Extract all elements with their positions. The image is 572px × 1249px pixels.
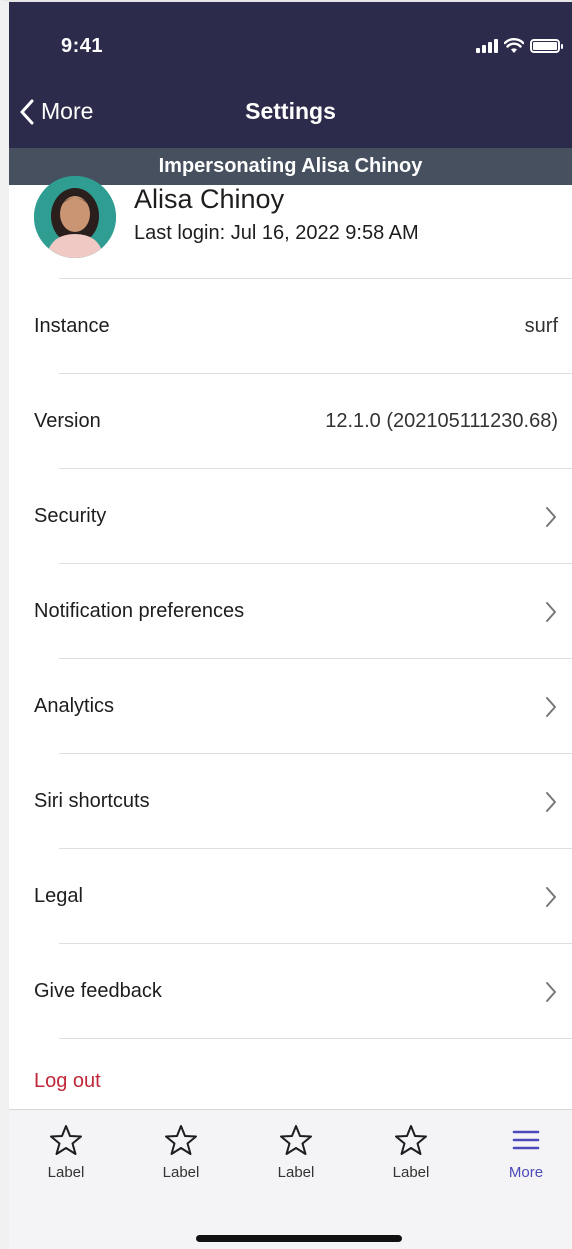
tab-label-3[interactable]: Label bbox=[251, 1124, 341, 1181]
settings-row-legal[interactable]: Legal bbox=[34, 848, 572, 943]
chevron-right-icon bbox=[546, 506, 556, 527]
wifi-icon bbox=[504, 38, 524, 53]
star-icon bbox=[165, 1125, 197, 1155]
logout-button[interactable]: Log out bbox=[34, 1070, 101, 1093]
user-name: Alisa Chinoy bbox=[134, 184, 285, 214]
tab-label: Label bbox=[162, 1164, 200, 1181]
settings-row-version: Version 12.1.0 (202105111230.68) bbox=[34, 373, 572, 468]
chevron-right-icon bbox=[546, 601, 556, 622]
home-indicator bbox=[196, 1235, 402, 1242]
settings-row-security[interactable]: Security bbox=[34, 468, 572, 563]
header: 9:41 More Settings Impersonating Alisa C… bbox=[9, 2, 572, 185]
row-label: Instance bbox=[34, 315, 110, 337]
settings-row-analytics[interactable]: Analytics bbox=[34, 658, 572, 753]
chevron-right-icon bbox=[546, 696, 556, 717]
tab-more[interactable]: More bbox=[481, 1124, 571, 1181]
settings-list: Instance surf Version 12.1.0 (2021051112… bbox=[9, 278, 572, 1039]
row-label: Version bbox=[34, 410, 101, 432]
chevron-right-icon bbox=[546, 886, 556, 907]
star-icon bbox=[280, 1125, 312, 1155]
chevron-right-icon bbox=[546, 791, 556, 812]
status-time: 9:41 bbox=[61, 35, 104, 57]
row-value: surf bbox=[524, 315, 558, 337]
menu-icon bbox=[512, 1130, 540, 1150]
tab-label: Label bbox=[47, 1164, 85, 1181]
tab-label-4[interactable]: Label bbox=[366, 1124, 456, 1181]
row-label: Give feedback bbox=[34, 980, 162, 1002]
tab-label-1[interactable]: Label bbox=[21, 1124, 111, 1181]
row-label: Notification preferences bbox=[34, 600, 245, 622]
battery-icon bbox=[530, 39, 563, 53]
settings-row-instance: Instance surf bbox=[34, 278, 572, 373]
star-icon bbox=[395, 1125, 427, 1155]
row-label: Analytics bbox=[34, 695, 115, 717]
star-icon bbox=[50, 1125, 82, 1155]
list-divider bbox=[59, 1038, 572, 1039]
row-value: 12.1.0 (202105111230.68) bbox=[325, 410, 558, 432]
row-label: Legal bbox=[34, 885, 83, 907]
row-label: Siri shortcuts bbox=[34, 790, 150, 812]
last-login: Last login: Jul 16, 2022 9:58 AM bbox=[134, 222, 419, 244]
settings-row-notification-preferences[interactable]: Notification preferences bbox=[34, 563, 572, 658]
status-icons bbox=[476, 36, 563, 56]
profile-header: Alisa Chinoy Last login: Jul 16, 2022 9:… bbox=[34, 170, 564, 278]
settings-row-siri-shortcuts[interactable]: Siri shortcuts bbox=[34, 753, 572, 848]
tab-label: Label bbox=[277, 1164, 315, 1181]
tab-bar: Label Label Label Label More bbox=[9, 1109, 572, 1249]
page-title: Settings bbox=[245, 98, 336, 124]
tab-label: Label bbox=[392, 1164, 430, 1181]
tab-label-2[interactable]: Label bbox=[136, 1124, 226, 1181]
chevron-right-icon bbox=[546, 981, 556, 1002]
tab-label: More bbox=[508, 1164, 544, 1181]
row-label: Security bbox=[34, 505, 107, 527]
avatar bbox=[34, 176, 116, 258]
settings-row-give-feedback[interactable]: Give feedback bbox=[34, 943, 572, 1038]
signal-icon bbox=[476, 39, 498, 53]
